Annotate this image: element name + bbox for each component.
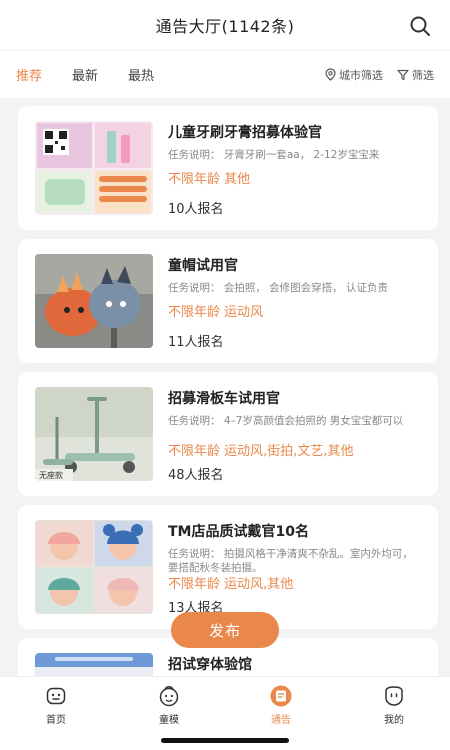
kid-model-icon: [159, 686, 179, 707]
task-description: 任务说明： 牙膏牙刷一套aa， 2-12岁宝宝来: [168, 149, 380, 161]
search-icon[interactable]: [408, 14, 432, 38]
task-description: 任务说明： 4–7岁高颜值会拍照的 男女宝宝都可以: [168, 415, 404, 427]
thumbnail-badge: 无座款: [39, 471, 63, 480]
tab-recommended[interactable]: 推荐: [16, 65, 42, 84]
filter-button[interactable]: 筛选: [397, 67, 434, 83]
task-title: 童帽试用官: [168, 258, 238, 274]
task-card[interactable]: 童帽试用官 任务说明： 会拍照， 会修图会穿搭， 认证负责 不限年龄 运动风 1…: [18, 239, 438, 363]
task-thumbnail: [35, 254, 153, 348]
task-description: 任务说明： 拍摄风格干净清爽不杂乱。室内外均可， 要搭配秋冬装拍摄。: [168, 548, 413, 574]
top-header: 通告大厅(1142条): [0, 0, 450, 50]
task-card[interactable]: 儿童牙刷牙膏招募体验官 任务说明： 牙膏牙刷一套aa， 2-12岁宝宝来 不限年…: [18, 106, 438, 230]
task-thumbnail: [35, 121, 153, 215]
tabbar-home-label: 首页: [46, 715, 66, 726]
tabbar-profile-label: 我的: [384, 715, 404, 726]
tabbar-kid-model-label: 童模: [159, 715, 179, 726]
task-title: 儿童牙刷牙膏招募体验官: [168, 125, 322, 141]
signup-count: 11人报名: [168, 335, 224, 350]
task-thumbnail: [35, 520, 153, 614]
publish-button[interactable]: 发布: [171, 612, 279, 648]
tabbar-notice-label: 通告: [271, 715, 291, 726]
city-filter-label: 城市筛选: [339, 68, 383, 82]
home-indicator: [161, 738, 289, 743]
filter-bar: 推荐 最新 最热 城市筛选 筛选: [0, 50, 450, 98]
task-thumbnail: 无座款: [35, 387, 153, 481]
task-title: 招募滑板车试用官: [168, 391, 280, 407]
tabbar-home[interactable]: 首页: [26, 685, 86, 726]
tabbar-profile[interactable]: 我的: [364, 685, 424, 726]
tabbar-kid-model[interactable]: 童模: [139, 685, 199, 726]
task-card[interactable]: 无座款 招募滑板车试用官 任务说明： 4–7岁高颜值会拍照的 男女宝宝都可以 不…: [18, 372, 438, 496]
funnel-icon: [397, 69, 409, 80]
notice-icon: [270, 685, 292, 707]
home-icon: [46, 687, 66, 705]
page-title: 通告大厅(1142条): [155, 17, 295, 36]
task-tags: 不限年龄 运动风: [168, 305, 264, 320]
filter-label: 筛选: [412, 68, 434, 82]
task-list: 儿童牙刷牙膏招募体验官 任务说明： 牙膏牙刷一套aa， 2-12岁宝宝来 不限年…: [18, 106, 438, 750]
signup-count: 10人报名: [168, 202, 224, 217]
task-tags: 不限年龄 运动风,街拍,文艺,其他: [168, 444, 354, 459]
tabbar-notice[interactable]: 通告: [251, 685, 311, 726]
city-filter-button[interactable]: 城市筛选: [325, 67, 383, 83]
signup-count: 48人报名: [168, 468, 224, 483]
filter-actions: 城市筛选 筛选: [325, 67, 434, 83]
task-tags: 不限年龄 运动风,其他: [168, 577, 294, 592]
task-title: TM店品质试戴官10名: [168, 524, 309, 540]
location-pin-icon: [325, 68, 336, 81]
profile-icon: [385, 686, 403, 706]
tab-hottest[interactable]: 最热: [128, 65, 154, 84]
task-title: 招试穿体验馆: [168, 657, 252, 673]
tab-latest[interactable]: 最新: [72, 65, 98, 84]
task-tags: 不限年龄 其他: [168, 172, 251, 187]
task-description: 任务说明： 会拍照， 会修图会穿搭， 认证负责: [168, 282, 389, 294]
task-card[interactable]: TM店品质试戴官10名 任务说明： 拍摄风格干净清爽不杂乱。室内外均可， 要搭配…: [18, 505, 438, 629]
